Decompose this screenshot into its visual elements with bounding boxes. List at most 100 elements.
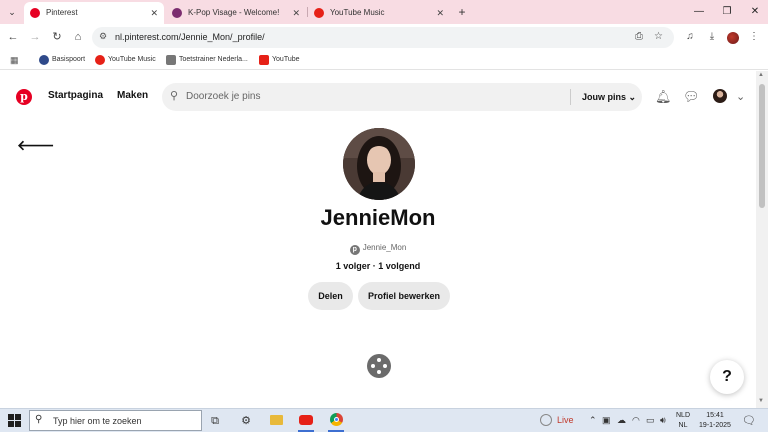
apps-grid-icon[interactable]: ▦ bbox=[10, 55, 19, 66]
profile-handle-row: p Jennie_Mon bbox=[0, 243, 756, 255]
chrome-app-icon[interactable] bbox=[328, 413, 344, 429]
bookmark-youtube-music[interactable]: YouTube Music bbox=[95, 51, 156, 69]
close-window-icon[interactable]: ✕ bbox=[747, 4, 763, 20]
close-tab-icon[interactable]: ✕ bbox=[150, 2, 158, 24]
account-chevron-down-icon[interactable]: ⌄ bbox=[736, 89, 745, 105]
tab-pinterest[interactable]: Pinterest ✕ bbox=[24, 2, 164, 24]
chevron-down-icon: ⌄ bbox=[628, 92, 637, 102]
profile-name: JennieMon bbox=[320, 205, 436, 230]
tray-chevron-up-icon[interactable]: ⌃ bbox=[589, 415, 597, 426]
tray-wifi-icon[interactable]: ◠ bbox=[632, 415, 640, 426]
messages-icon[interactable]: 💬︎ bbox=[683, 89, 700, 105]
close-tab-icon[interactable]: ✕ bbox=[292, 2, 300, 24]
profile-handle: Jennie_Mon bbox=[362, 243, 407, 252]
edit-profile-button[interactable]: Profiel bewerken bbox=[358, 282, 450, 310]
profile-photo bbox=[343, 128, 415, 200]
windows-start-icon[interactable] bbox=[8, 414, 21, 427]
youtube-app-icon[interactable] bbox=[298, 413, 314, 429]
taskbar-search-placeholder: Typ hier om te zoeken bbox=[53, 416, 142, 426]
tab-youtube-music[interactable]: YouTube Music ✕ bbox=[308, 2, 450, 24]
youtube-icon bbox=[259, 55, 269, 65]
bookmarks-bar: ▦ Basispoort YouTube Music Toetstrainer … bbox=[0, 51, 768, 70]
bookmark-youtube[interactable]: YouTube bbox=[259, 51, 300, 69]
bookmark-label: Toetstrainer Nederla... bbox=[179, 56, 248, 63]
close-tab-icon[interactable]: ✕ bbox=[436, 2, 444, 24]
new-tab-icon[interactable]: + bbox=[455, 4, 469, 20]
live-label: Live bbox=[557, 415, 574, 425]
file-explorer-icon[interactable] bbox=[268, 413, 284, 429]
tab-title: YouTube Music bbox=[330, 8, 385, 17]
browser-toolbar: ← → ↻ ⌂ ⚙ nl.pinterest.com/Jennie_Mon/_p… bbox=[0, 24, 768, 51]
search-placeholder: Doorzoek je pins bbox=[186, 91, 261, 102]
pinterest-logo-icon[interactable]: p bbox=[16, 89, 32, 105]
nav-home[interactable]: Startpagina bbox=[48, 90, 103, 101]
following-count[interactable]: 1 volgend bbox=[378, 261, 420, 271]
back-icon[interactable]: ← bbox=[6, 30, 20, 44]
tray-app-icon[interactable]: ▣ bbox=[602, 415, 611, 426]
youtube-music-favicon-icon bbox=[314, 8, 324, 18]
forward-icon[interactable]: → bbox=[28, 30, 42, 44]
tab-title: Pinterest bbox=[46, 8, 78, 17]
restore-icon[interactable]: ❐ bbox=[719, 4, 735, 20]
tray-volume-icon[interactable]: 🔊︎ bbox=[660, 415, 666, 426]
minimize-icon[interactable]: — bbox=[691, 4, 707, 20]
tab-search-chevron-icon[interactable]: ⌄ bbox=[4, 4, 20, 20]
basispoort-icon bbox=[39, 55, 49, 65]
notifications-bell-icon[interactable]: 🔔︎ bbox=[655, 89, 672, 105]
search-scope-label: Jouw pins bbox=[582, 92, 627, 102]
toetstrainer-icon bbox=[166, 55, 176, 65]
kpop-visage-favicon-icon bbox=[172, 8, 182, 18]
downloads-icon[interactable]: ⤓ bbox=[705, 30, 719, 44]
live-icon bbox=[540, 414, 552, 426]
language-indicator[interactable]: NLD NL bbox=[676, 411, 690, 431]
home-icon[interactable]: ⌂ bbox=[71, 30, 85, 44]
pinterest-favicon-icon bbox=[30, 8, 40, 18]
language-bottom: NL bbox=[678, 422, 688, 429]
loading-spinner-icon bbox=[367, 354, 391, 378]
search-bar[interactable]: ⚲ Doorzoek je pins Jouw pins ⌄ bbox=[162, 83, 642, 111]
search-scope-dropdown[interactable]: Jouw pins ⌄ bbox=[582, 83, 636, 111]
site-info-icon[interactable]: ⚙ bbox=[99, 31, 107, 42]
tab-strip: ⌄ Pinterest ✕ K-Pop Visage - Welcome! ✕ … bbox=[0, 0, 768, 24]
live-weather-widget[interactable]: Live bbox=[540, 414, 574, 426]
settings-gear-icon[interactable]: ⚙ bbox=[238, 413, 254, 429]
bookmark-label: YouTube Music bbox=[108, 56, 156, 63]
scroll-down-icon[interactable]: ▼ bbox=[758, 398, 764, 404]
pinterest-header: p Startpagina Maken ⚲ Doorzoek je pins J… bbox=[0, 71, 756, 123]
more-menu-icon[interactable]: ⋮ bbox=[747, 30, 761, 44]
tray-onedrive-icon[interactable]: ☁ bbox=[617, 415, 626, 426]
browser-profile-avatar[interactable] bbox=[727, 32, 739, 44]
share-button[interactable]: Delen bbox=[308, 282, 353, 310]
tab-kpop-visage[interactable]: K-Pop Visage - Welcome! ✕ bbox=[166, 2, 306, 24]
tab-title: K-Pop Visage - Welcome! bbox=[188, 8, 280, 17]
help-button[interactable]: ? bbox=[710, 360, 744, 394]
scroll-up-icon[interactable]: ▲ bbox=[758, 72, 764, 78]
bookmark-toetstrainer[interactable]: Toetstrainer Nederla... bbox=[166, 51, 248, 69]
bookmark-star-icon[interactable]: ☆ bbox=[654, 31, 663, 42]
taskbar-search-icon: ⚲ bbox=[35, 414, 43, 425]
tray-battery-icon[interactable]: ▭ bbox=[646, 415, 655, 426]
taskbar-clock[interactable]: 15:41 19-1-2025 bbox=[697, 411, 733, 431]
youtube-music-icon bbox=[95, 55, 105, 65]
follow-separator: · bbox=[372, 261, 376, 271]
search-icon: ⚲ bbox=[170, 90, 179, 102]
pinterest-mini-icon: p bbox=[349, 245, 360, 255]
windows-taskbar: ⚲ Typ hier om te zoeken ⧉ ⚙ Live ⌃ ▣ ☁ ◠… bbox=[0, 408, 768, 432]
header-avatar[interactable] bbox=[713, 89, 727, 103]
notification-center-icon[interactable]: 🗨︎ bbox=[742, 414, 756, 427]
url-text: nl.pinterest.com/Jennie_Mon/_profile/ bbox=[115, 32, 265, 42]
clock-time: 15:41 bbox=[706, 412, 724, 419]
nav-create[interactable]: Maken bbox=[117, 90, 148, 101]
task-view-icon[interactable]: ⧉ bbox=[207, 413, 223, 429]
back-arrow-icon[interactable]: 🡐 bbox=[17, 137, 55, 154]
clock-date: 19-1-2025 bbox=[699, 422, 731, 429]
search-divider bbox=[570, 89, 571, 105]
media-control-icon[interactable]: ♫ bbox=[683, 30, 697, 44]
scrollbar-thumb[interactable] bbox=[759, 84, 765, 208]
install-app-icon[interactable]: ⎙ bbox=[635, 31, 643, 42]
reload-icon[interactable]: ↻ bbox=[50, 30, 64, 44]
address-bar[interactable]: ⚙ nl.pinterest.com/Jennie_Mon/_profile/ … bbox=[92, 27, 674, 48]
followers-count[interactable]: 1 volger bbox=[336, 261, 371, 271]
bookmark-basispoort[interactable]: Basispoort bbox=[39, 51, 85, 69]
taskbar-search-input[interactable]: ⚲ Typ hier om te zoeken bbox=[29, 410, 202, 431]
